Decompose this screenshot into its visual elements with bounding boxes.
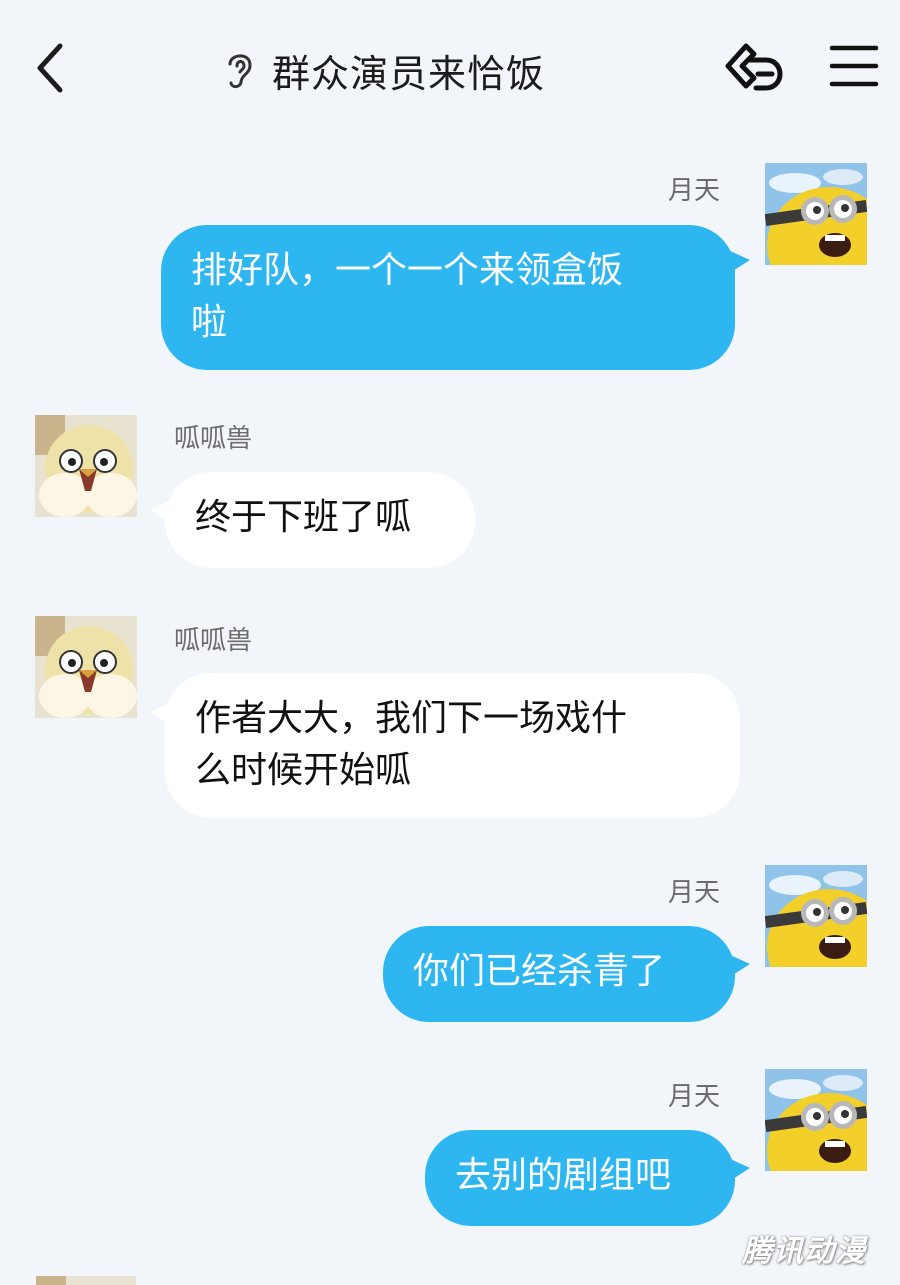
avatar-bird[interactable]: [35, 616, 137, 718]
avatar-bird[interactable]: [35, 415, 137, 517]
ear-icon: [228, 54, 252, 89]
avatar-minion[interactable]: [765, 865, 867, 967]
share-button[interactable]: [720, 38, 786, 98]
minion-avatar-image: [765, 865, 867, 967]
message-bubble[interactable]: 去别的剧组吧: [425, 1130, 735, 1226]
chat-title-area: 群众演员来恰饭: [222, 42, 545, 98]
chat-screen: 群众演员来恰饭 月天 排好队，一个一个来领盒饭 啦 呱呱兽 终于下班了呱 呱呱兽…: [0, 0, 900, 1285]
sender-name: 呱呱兽: [174, 626, 253, 656]
sender-name: 呱呱兽: [174, 424, 253, 454]
sender-name: 月天: [668, 878, 721, 908]
back-button[interactable]: [28, 38, 78, 98]
sender-name: 月天: [668, 176, 721, 206]
sender-name: 月天: [668, 1082, 721, 1112]
bird-avatar-image: [35, 415, 137, 517]
hamburger-menu-icon: [829, 45, 879, 87]
menu-button[interactable]: [828, 40, 880, 92]
avatar-minion[interactable]: [765, 1069, 867, 1171]
chat-title: 群众演员来恰饭: [272, 51, 546, 96]
message-bubble[interactable]: 终于下班了呱: [165, 472, 475, 568]
bird-avatar-image: [35, 616, 137, 718]
chat-header: 群众演员来恰饭: [0, 0, 900, 135]
avatar-minion[interactable]: [765, 163, 867, 265]
next-message-avatar-partial: [36, 1276, 136, 1285]
message-bubble[interactable]: 你们已经杀青了: [383, 926, 735, 1022]
minion-avatar-image: [765, 163, 867, 265]
watermark-logo: 腾讯动漫: [742, 1234, 866, 1269]
message-bubble[interactable]: 作者大大，我们下一场戏什 么时候开始呱: [165, 673, 740, 818]
minion-avatar-image: [765, 1069, 867, 1171]
message-bubble[interactable]: 排好队，一个一个来领盒饭 啦: [161, 225, 735, 370]
chevron-left-icon: [37, 43, 63, 93]
share-link-icon: [725, 43, 783, 91]
